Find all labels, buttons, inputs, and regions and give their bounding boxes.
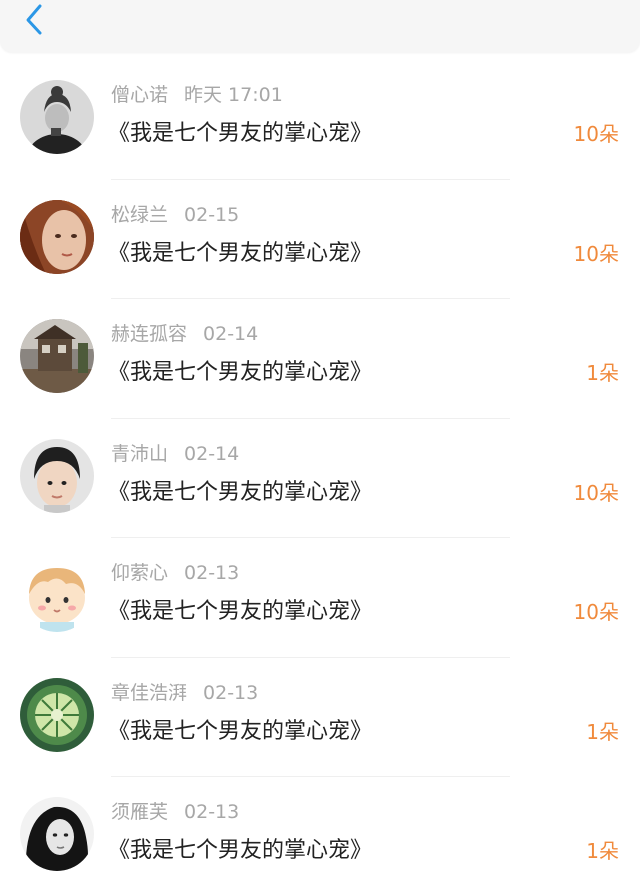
list-item[interactable]: 松绿兰 02-15 《我是七个男友的掌心宠》 10朵 (0, 180, 640, 299)
avatar[interactable] (20, 797, 94, 871)
user-meta: 青沛山 02-14 (111, 439, 239, 469)
list-item[interactable]: 赫连孤容 02-14 《我是七个男友的掌心宠》 1朵 (0, 299, 640, 419)
user-meta: 仰萦心 02-13 (111, 558, 239, 588)
user-meta: 赫连孤容 02-14 (111, 319, 258, 349)
user-name: 章佳浩湃 (111, 681, 188, 704)
gift-date: 02-15 (184, 203, 240, 226)
back-button[interactable] (18, 2, 54, 38)
avatar[interactable] (20, 319, 94, 393)
book-title[interactable]: 《我是七个男友的掌心宠》 (108, 475, 372, 511)
user-name: 仰萦心 (111, 562, 169, 584)
gift-count: 1朵 (586, 719, 619, 744)
user-name: 青沛山 (111, 442, 169, 465)
book-title[interactable]: 《我是七个男友的掌心宠》 (108, 236, 372, 272)
gift-count: 10朵 (573, 480, 619, 505)
list-item[interactable]: 仰萦心 02-13 《我是七个男友的掌心宠》 10朵 (0, 538, 640, 658)
book-title[interactable]: 《我是七个男友的掌心宠》 (108, 833, 372, 869)
gift-date: 02-13 (184, 801, 240, 823)
avatar[interactable] (20, 677, 94, 752)
user-meta: 章佳浩湃 02-13 (111, 678, 258, 708)
chevron-left-icon (26, 4, 42, 35)
list-item[interactable]: 须雁芙 02-13 《我是七个男友的掌心宠》 1朵 (0, 777, 640, 887)
avatar[interactable] (20, 199, 94, 274)
gift-count: 10朵 (573, 600, 619, 624)
gift-date: 02-13 (184, 562, 240, 584)
avatar[interactable] (20, 80, 94, 154)
gift-date: 02-14 (203, 323, 259, 345)
gift-date: 02-13 (203, 681, 259, 704)
avatar[interactable] (20, 438, 94, 513)
list-item[interactable]: 章佳浩湃 02-13 《我是七个男友的掌心宠》 1朵 (0, 658, 640, 777)
gift-count: 1朵 (586, 361, 619, 385)
avatar[interactable] (20, 558, 94, 632)
top-bar (0, 0, 640, 52)
gift-list: 僧心诺 昨天 17:01 《我是七个男友的掌心宠》 10朵 松绿兰 02-15 … (0, 60, 640, 887)
user-name: 赫连孤容 (111, 323, 188, 345)
gift-date: 02-14 (184, 442, 240, 465)
user-name: 僧心诺 (111, 84, 169, 106)
gift-record-page: 僧心诺 昨天 17:01 《我是七个男友的掌心宠》 10朵 松绿兰 02-15 … (0, 0, 640, 887)
book-title[interactable]: 《我是七个男友的掌心宠》 (108, 116, 372, 152)
book-title[interactable]: 《我是七个男友的掌心宠》 (108, 594, 372, 630)
book-title[interactable]: 《我是七个男友的掌心宠》 (108, 714, 372, 750)
book-title[interactable]: 《我是七个男友的掌心宠》 (108, 355, 372, 391)
user-meta: 僧心诺 昨天 17:01 (111, 80, 283, 110)
gift-date: 昨天 17:01 (184, 84, 283, 106)
gift-count: 1朵 (586, 839, 619, 863)
user-name: 松绿兰 (111, 203, 169, 226)
user-name: 须雁芙 (111, 801, 169, 823)
list-item[interactable]: 青沛山 02-14 《我是七个男友的掌心宠》 10朵 (0, 419, 640, 538)
user-meta: 松绿兰 02-15 (111, 200, 239, 230)
gift-count: 10朵 (573, 241, 619, 266)
gift-count: 10朵 (573, 122, 619, 146)
user-meta: 须雁芙 02-13 (111, 797, 239, 827)
list-item[interactable]: 僧心诺 昨天 17:01 《我是七个男友的掌心宠》 10朵 (0, 60, 640, 180)
